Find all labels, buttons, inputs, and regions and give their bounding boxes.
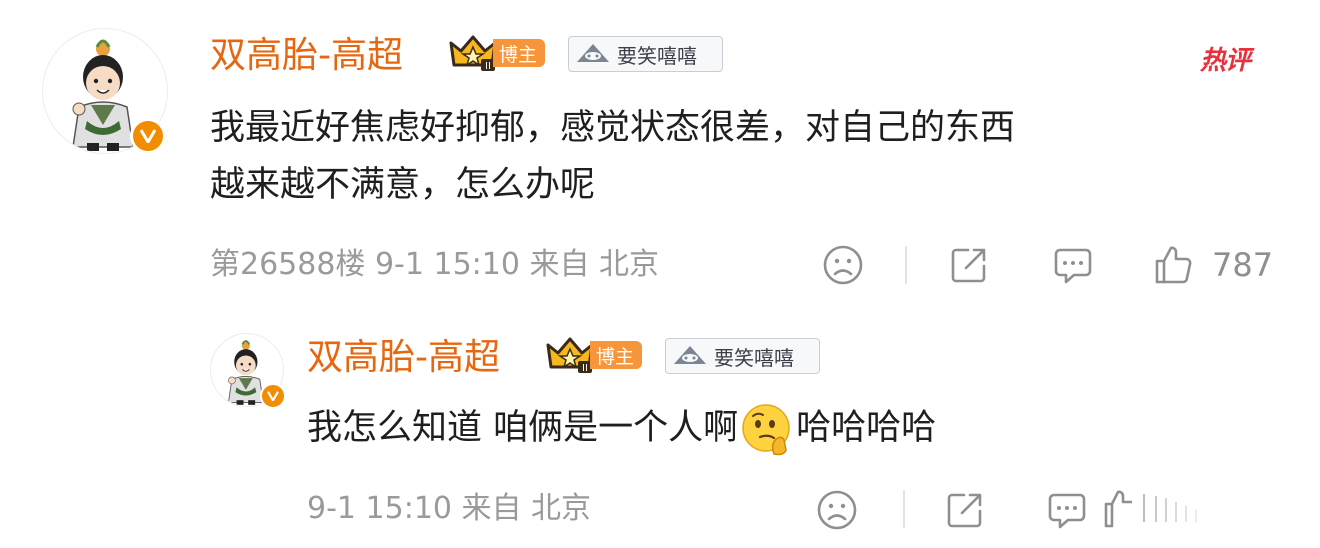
verified-v-icon — [130, 118, 166, 154]
reply-crown-icon: II — [546, 337, 594, 374]
reply-action-divider — [903, 490, 905, 528]
reply-username[interactable]: 双高胎-高超 — [307, 340, 500, 376]
reply-fan-badge-icon — [674, 346, 706, 364]
reply-meta: 9-1 15:10 来自 北京 — [307, 491, 592, 526]
fan-badge-label: 要笑嘻嘻 — [617, 43, 697, 68]
reply-fan-badge[interactable]: 要笑嘻嘻 — [665, 338, 820, 374]
comment-avatar[interactable] — [42, 28, 170, 156]
reply-fan-badge-label: 要笑嘻嘻 — [714, 345, 794, 370]
reply-text-after: 哈哈哈哈 — [796, 408, 937, 448]
reply-role-badge: II 博主 — [544, 337, 643, 374]
comment-text-line1: 我最近好焦虑好抑郁，感觉状态很差，对自己的东西 — [210, 108, 1016, 148]
reply-like-icon[interactable] — [1100, 484, 1270, 534]
sad-face-icon[interactable] — [822, 244, 864, 286]
action-divider — [905, 246, 907, 284]
reply-verified-v-icon — [260, 383, 286, 409]
like-icon[interactable] — [1152, 244, 1194, 286]
reply-avatar[interactable] — [210, 333, 286, 409]
crown-icon: II — [449, 35, 497, 72]
reply-text-before: 我怎么知道 咱俩是一个人啊 — [307, 408, 739, 448]
role-badge: II 博主 — [447, 35, 546, 72]
reply-comment-icon[interactable] — [1046, 489, 1088, 531]
reply-text: 我怎么知道 咱俩是一个人啊 哈哈哈哈 — [307, 400, 936, 457]
thinking-emoji — [742, 403, 790, 455]
role-badge-label: 博主 — [493, 39, 546, 67]
comment-meta: 第26588楼 9-1 15:10 来自 北京 — [210, 247, 660, 282]
svg-text:II: II — [582, 363, 588, 374]
comment-text-line2: 越来越不满意，怎么办呢 — [210, 165, 596, 205]
svg-text:II: II — [485, 61, 491, 72]
comment-username[interactable]: 双高胎-高超 — [210, 38, 403, 74]
fan-badge[interactable]: 要笑嘻嘻 — [568, 36, 723, 72]
reply-sad-face-icon[interactable] — [816, 489, 858, 531]
share-icon[interactable] — [948, 244, 990, 286]
reply-role-badge-label: 博主 — [590, 341, 643, 369]
comment-icon[interactable] — [1052, 244, 1094, 286]
comment-text: 我最近好焦虑好抑郁，感觉状态很差，对自己的东西 越来越不满意，怎么办呢 — [210, 100, 1015, 214]
like-count: 787 — [1212, 246, 1274, 284]
hot-comment-tag: 热评 — [1200, 46, 1251, 76]
fan-badge-icon — [577, 44, 609, 62]
reply-share-icon[interactable] — [944, 489, 986, 531]
